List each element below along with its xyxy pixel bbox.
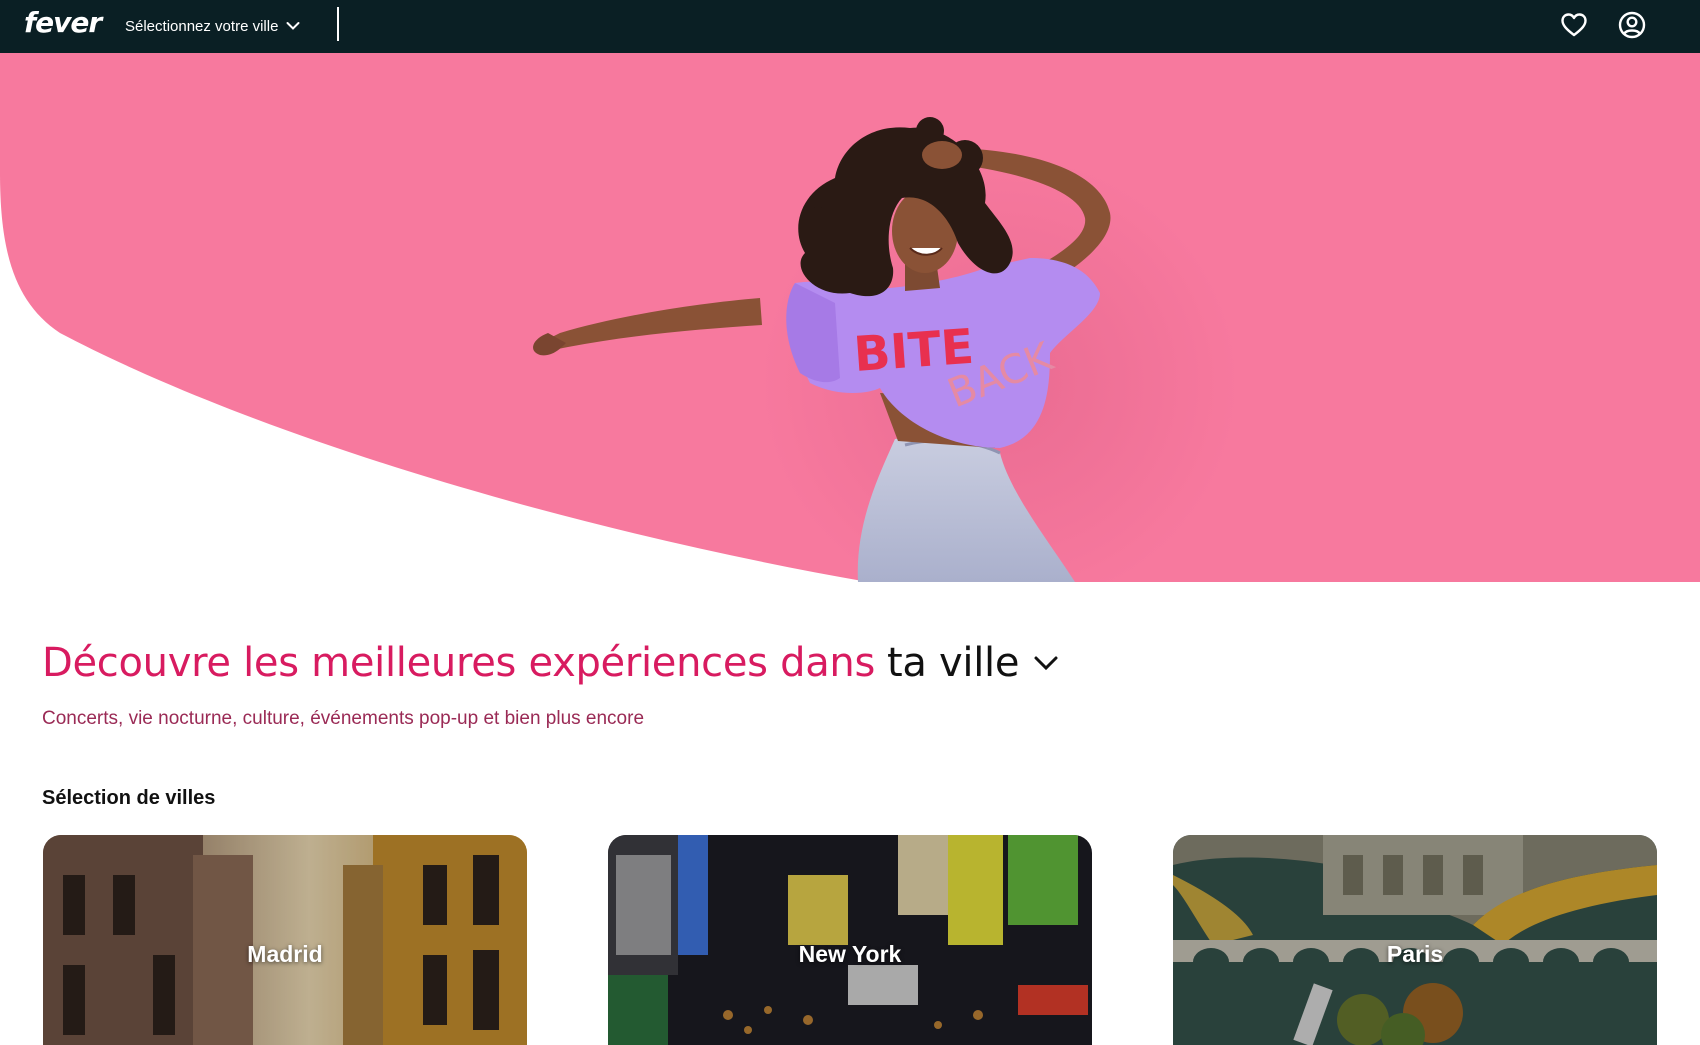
city-selector-label: Sélectionnez votre ville xyxy=(125,17,279,35)
chevron-down-icon xyxy=(286,18,300,35)
heart-icon[interactable] xyxy=(1559,10,1589,40)
city-name: Madrid xyxy=(247,941,323,967)
city-selector[interactable]: Sélectionnez votre ville xyxy=(125,14,300,38)
user-account-icon[interactable] xyxy=(1617,10,1647,40)
city-card-new-york[interactable]: New York xyxy=(608,835,1092,1045)
city-card-madrid[interactable]: Madrid xyxy=(43,835,527,1045)
new-york-image xyxy=(608,835,1092,1045)
hero-illustration: BITE BACK xyxy=(0,53,1700,582)
page-subtitle: Concerts, vie nocturne, culture, événeme… xyxy=(42,708,645,729)
fever-logo[interactable]: fever xyxy=(24,6,102,39)
city-card-paris[interactable]: Paris xyxy=(1173,835,1657,1045)
cities-section-title: Sélection de villes xyxy=(42,787,216,809)
madrid-image xyxy=(43,835,527,1045)
nav-divider xyxy=(337,7,339,41)
paris-image xyxy=(1173,835,1657,1045)
city-name: Paris xyxy=(1386,941,1444,967)
hero-banner: BITE BACK xyxy=(0,53,1700,582)
top-navbar: fever Sélectionnez votre ville xyxy=(0,0,1700,53)
city-name: New York xyxy=(798,941,902,967)
chevron-down-icon[interactable] xyxy=(1033,654,1059,672)
headline-pink-text: Découvre les meilleures expériences dans xyxy=(42,640,876,686)
headline-city-text[interactable]: ta ville xyxy=(887,640,1019,686)
page-headline: Découvre les meilleures expériences dans… xyxy=(42,640,1059,686)
